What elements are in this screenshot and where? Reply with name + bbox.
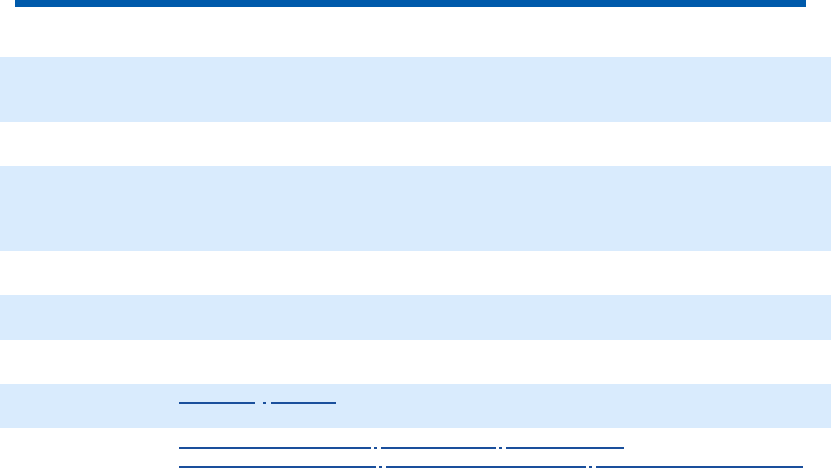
page xyxy=(0,0,831,470)
separator xyxy=(263,402,266,404)
table-row xyxy=(0,384,831,428)
link-a-2[interactable] xyxy=(271,402,336,404)
link-b-3[interactable] xyxy=(506,447,624,449)
table-row xyxy=(0,122,831,166)
separator xyxy=(379,466,382,468)
table-row xyxy=(0,295,831,340)
link-b-2[interactable] xyxy=(381,447,496,449)
link-a-1[interactable] xyxy=(179,402,255,404)
table-row xyxy=(0,340,831,384)
separator xyxy=(499,447,502,449)
separator xyxy=(374,447,377,449)
link-c-3[interactable] xyxy=(596,466,803,468)
header-bar xyxy=(15,0,806,7)
separator xyxy=(589,466,592,468)
link-c-2[interactable] xyxy=(386,466,586,468)
table-row xyxy=(0,251,831,295)
table-row xyxy=(0,166,831,251)
link-c-1[interactable] xyxy=(179,466,376,468)
table-row xyxy=(0,428,831,470)
table-row xyxy=(0,7,831,57)
table-row xyxy=(0,57,831,122)
link-b-1[interactable] xyxy=(179,447,371,449)
